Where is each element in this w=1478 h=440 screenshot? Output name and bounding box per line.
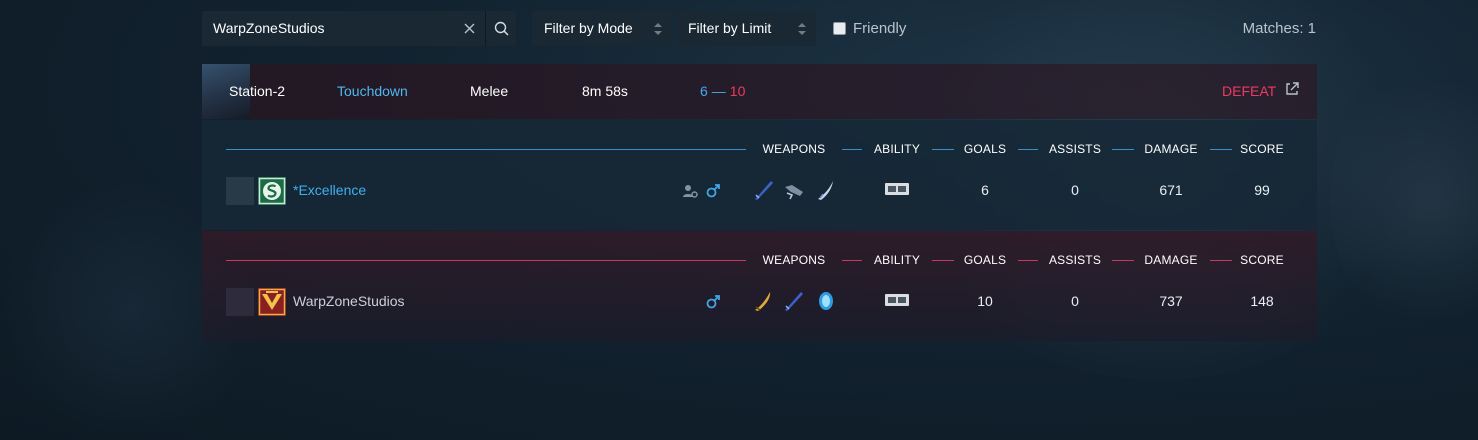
orb-weapon-icon (819, 292, 833, 310)
col-score: SCORE (1240, 142, 1284, 156)
player-emblem-icon (258, 177, 286, 205)
player-emblem-icon (258, 288, 286, 316)
col-damage: DAMAGE (1144, 142, 1198, 156)
col-ability: ABILITY (873, 142, 921, 156)
match-header[interactable]: Station-2 Touchdown Melee 8m 58s 6—10 DE… (202, 64, 1317, 119)
match-type: Melee (470, 83, 509, 99)
col-assists: ASSISTS (1048, 253, 1102, 267)
match-mode: Touchdown (337, 83, 408, 99)
col-weapons: WEAPONS (762, 253, 826, 267)
col-ability: ABILITY (873, 253, 921, 267)
filter-mode-label: Filter by Mode (544, 20, 633, 36)
friendly-label: Friendly (853, 20, 907, 37)
col-weapons: WEAPONS (762, 142, 826, 156)
col-score: SCORE (1240, 253, 1284, 267)
col-damage: DAMAGE (1144, 253, 1198, 267)
player-assists: 0 (1071, 293, 1079, 309)
drone-weapon-icon (785, 185, 803, 200)
blade-weapon-icon (785, 292, 803, 311)
team-header-row: WEAPONS ABILITY GOALS ASSISTS DAMAGE SCO… (202, 253, 1317, 267)
team-blue-section: WEAPONS ABILITY GOALS ASSISTS DAMAGE SCO… (202, 120, 1317, 230)
score-team-b: 10 (729, 83, 746, 99)
match-duration: 8m 58s (582, 83, 628, 99)
divider-line (932, 260, 954, 261)
filter-limit-select[interactable]: Filter by Limit (676, 11, 816, 46)
col-goals: GOALS (963, 253, 1007, 267)
team-red-section: WEAPONS ABILITY GOALS ASSISTS DAMAGE SCO… (202, 231, 1317, 341)
divider-line (932, 149, 954, 150)
background-art (1330, 60, 1478, 340)
claw-weapon-icon (818, 181, 833, 200)
ability-chip-icon (885, 183, 909, 195)
player-row[interactable]: WarpZoneStudios 10 0 737 148 (202, 288, 1317, 318)
blade-weapon-icon (755, 181, 773, 200)
golden-blade-weapon-icon (755, 292, 771, 311)
team-header-row: WEAPONS ABILITY GOALS ASSISTS DAMAGE SCO… (202, 142, 1317, 156)
friendly-checkbox[interactable] (833, 22, 846, 35)
divider-line (842, 149, 862, 150)
search-box[interactable]: WarpZoneStudios (202, 11, 516, 46)
divider-line (226, 149, 746, 150)
search-input[interactable]: WarpZoneStudios (213, 20, 325, 36)
divider-line (1210, 260, 1232, 261)
divider-line (1018, 260, 1038, 261)
avatar-slot (226, 177, 254, 205)
male-icon (706, 295, 720, 309)
divider-line (226, 260, 746, 261)
match-result: DEFEAT (1222, 83, 1277, 99)
male-icon (706, 184, 720, 198)
player-name[interactable]: WarpZoneStudios (293, 293, 405, 309)
score-separator: — (711, 83, 726, 99)
player-score: 99 (1254, 182, 1270, 198)
player-damage: 737 (1159, 293, 1183, 309)
score-team-a: 6 (700, 83, 708, 99)
player-name[interactable]: *Excellence (293, 182, 366, 198)
close-icon[interactable] (452, 11, 486, 46)
external-link-icon[interactable] (1284, 81, 1300, 97)
player-assists: 0 (1071, 182, 1079, 198)
player-goals: 6 (981, 182, 989, 198)
sort-arrows-icon (654, 23, 662, 35)
avatar-slot (226, 288, 254, 316)
matches-count: Matches: 1 (1242, 20, 1316, 37)
filter-limit-label: Filter by Limit (688, 20, 772, 36)
match-score: 6—10 (700, 83, 745, 99)
filter-mode-select[interactable]: Filter by Mode (532, 11, 672, 46)
divider-line (1112, 260, 1134, 261)
divider-line (842, 260, 862, 261)
player-row[interactable]: *Excellence 6 0 671 99 (202, 177, 1317, 207)
player-goals: 10 (977, 293, 993, 309)
player-damage: 671 (1159, 182, 1183, 198)
match-map: Station-2 (229, 83, 286, 99)
ability-chip-icon (885, 294, 909, 306)
col-assists: ASSISTS (1048, 142, 1102, 156)
search-icon[interactable] (485, 11, 517, 46)
divider-line (1210, 149, 1232, 150)
col-goals: GOALS (963, 142, 1007, 156)
group-settings-icon (683, 185, 698, 198)
friendly-toggle[interactable]: Friendly (833, 20, 906, 37)
player-score: 148 (1250, 293, 1274, 309)
sort-arrows-icon (798, 23, 806, 35)
divider-line (1112, 149, 1134, 150)
divider-line (1018, 149, 1038, 150)
